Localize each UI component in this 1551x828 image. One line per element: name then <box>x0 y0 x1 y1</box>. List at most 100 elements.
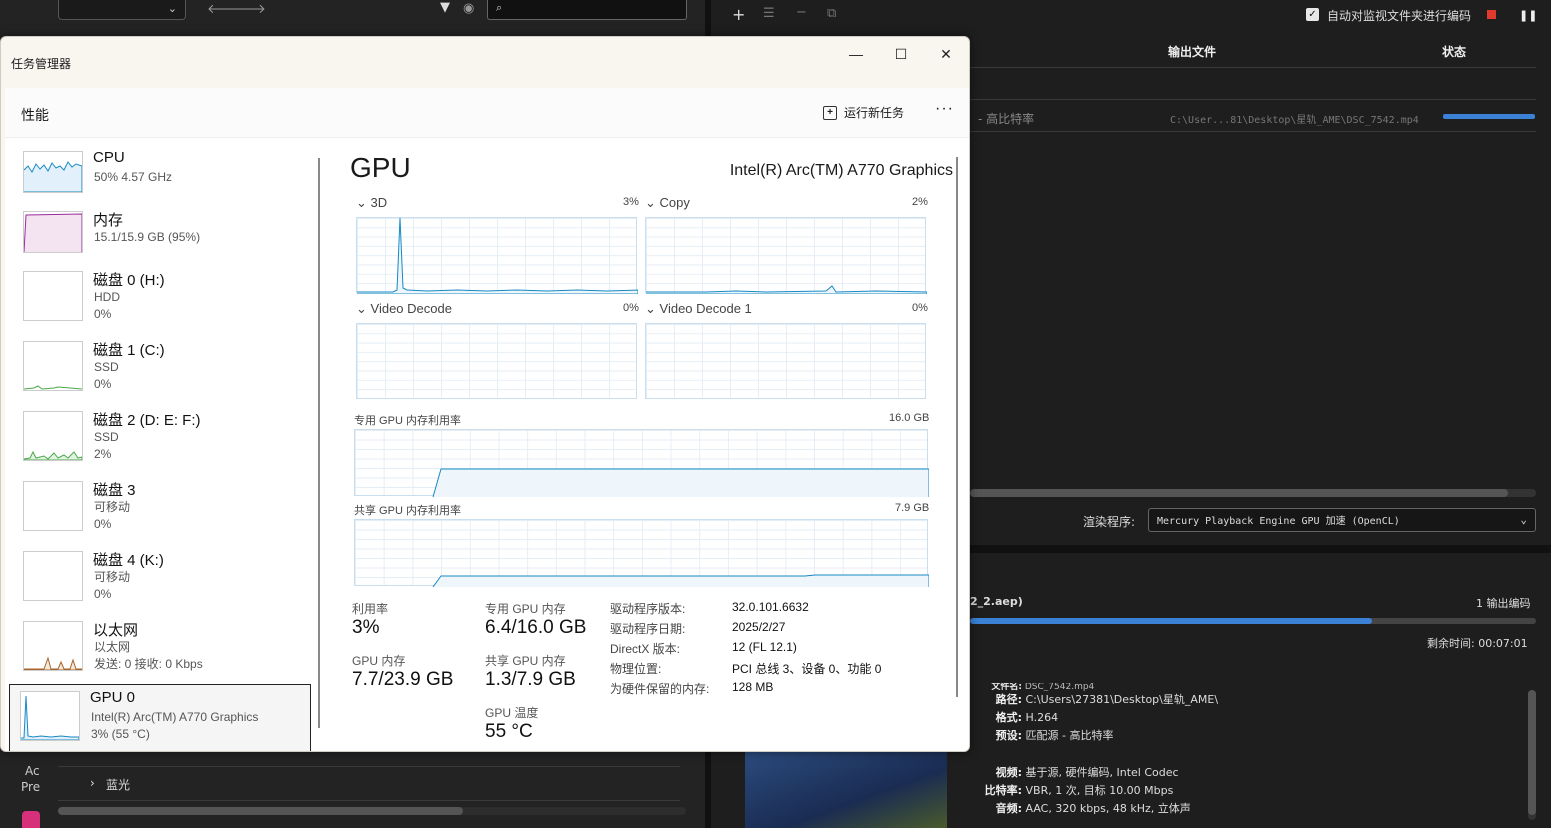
detail-row-filename: 文件名: DSC_7542.mp4 <box>991 683 1095 691</box>
vertical-scrollbar[interactable] <box>1528 690 1536 820</box>
add-task-icon: + <box>823 105 837 120</box>
divider <box>970 67 1536 68</box>
search-input[interactable]: ⌕ <box>487 0 687 20</box>
auto-encode-label: 自动对监视文件夹进行编码 <box>1327 9 1472 23</box>
engine-copy-graph <box>645 217 927 294</box>
add-icon[interactable]: + <box>732 5 745 24</box>
dedicated-mem-stat-value: 6.4/16.0 GB <box>485 617 587 638</box>
chevron-down-icon: ⌄ <box>167 2 177 15</box>
expand-chevron-icon[interactable]: › <box>90 776 95 790</box>
gpu-detail-panel: GPU Intel(R) Arc(TM) A770 Graphics ⌄ 3D … <box>325 138 965 751</box>
sidebar-item-disk4[interactable]: 磁盘 4 (K:) 可移动 0% <box>13 545 311 615</box>
dedicated-mem-stat-label: 专用 GPU 内存 <box>485 602 566 616</box>
divider <box>58 766 680 767</box>
divider <box>58 800 680 801</box>
renderer-label: 渲染程序: <box>1083 515 1136 529</box>
engine-videodecode-label[interactable]: ⌄ Video Decode <box>356 301 452 317</box>
item-sub: 可移动 0% <box>94 570 131 601</box>
maximize-button[interactable]: ☐ <box>878 41 924 67</box>
engine-videodecode1-graph <box>645 323 926 399</box>
sidebar-item-disk2[interactable]: 磁盘 2 (D: E: F:) SSD 2% <box>13 405 311 475</box>
disk1-thumbnail-graph <box>23 341 83 391</box>
sidebar-item-disk3[interactable]: 磁盘 3 可移动 0% <box>13 475 311 545</box>
queue-item-path[interactable]: C:\User...81\Desktop\星轨_AME\DSC_7542.mp4 <box>1170 111 1419 126</box>
detail-row: 音频: AAC, 320 kbps, 48 kHz, 立体声 <box>995 802 1191 815</box>
tree-item-bluray[interactable]: 蓝光 <box>106 776 130 793</box>
item-sub: Intel(R) Arc(TM) A770 Graphics 3% (55 °C) <box>91 710 259 741</box>
directx-value: 12 (FL 12.1) <box>732 640 797 654</box>
queue-item-preset[interactable]: - 高比特率 <box>978 110 1034 127</box>
remaining-time: 剩余时间: 00:07:01 <box>1427 637 1528 650</box>
engine-3d-percent: 3% <box>623 196 639 208</box>
settings-sliders-icon[interactable]: ☰ <box>763 6 775 21</box>
memory-thumbnail-graph <box>23 211 83 253</box>
stop-button[interactable] <box>1487 10 1496 19</box>
sidebar-item-gpu0[interactable]: GPU 0 Intel(R) Arc(TM) A770 Graphics 3% (… <box>9 684 311 751</box>
app-icon[interactable] <box>22 811 40 828</box>
engine-copy-line <box>646 285 927 294</box>
encode-progress-fill <box>970 618 1372 624</box>
reserved-mem-value: 128 MB <box>732 680 774 694</box>
dedicated-mem-graph <box>354 429 929 497</box>
header-bar: 性能 + 运行新任务 ··· <box>5 88 969 138</box>
more-options-icon[interactable]: ··· <box>935 100 954 118</box>
column-output-file[interactable]: 输出文件 <box>1168 43 1216 60</box>
engine-videodecode1-percent: 0% <box>912 302 928 314</box>
engine-copy-percent: 2% <box>912 196 928 208</box>
disk1-sparkline <box>23 385 83 390</box>
item-name: CPU <box>93 149 125 166</box>
encode-progress-bar <box>970 618 1536 624</box>
sidebar-item-disk1[interactable]: 磁盘 1 (C:) SSD 0% <box>13 335 311 405</box>
driver-version-value: 32.0.101.6632 <box>732 600 809 614</box>
eye-icon[interactable]: ◉ <box>463 1 474 16</box>
shared-mem-label: 共享 GPU 内存利用率 <box>354 505 461 517</box>
sidebar-scrollbar[interactable] <box>318 158 320 728</box>
close-button[interactable]: ✕ <box>923 41 969 67</box>
sidebar-item-disk0[interactable]: 磁盘 0 (H:) HDD 0% <box>13 265 311 335</box>
item-name: 内存 <box>93 212 124 229</box>
pause-button[interactable]: ❚❚ <box>1519 9 1537 22</box>
engine-videodecode1-label[interactable]: ⌄ Video Decode 1 <box>645 301 752 317</box>
driver-date-label: 驱动程序日期: <box>610 622 686 636</box>
cpu-sparkline <box>23 161 83 193</box>
divider <box>970 131 1536 132</box>
shared-mem-stat-value: 1.3/7.9 GB <box>485 669 576 690</box>
chevron-down-icon: ⌄ <box>1520 513 1527 526</box>
auto-encode-checkbox[interactable]: ✓ <box>1306 8 1319 21</box>
filter-icon[interactable]: ▼ <box>440 0 450 15</box>
sidebar-item-ethernet[interactable]: 以太网 以太网 发送: 0 接收: 0 Kbps <box>13 615 311 685</box>
divider <box>970 99 1536 100</box>
gpu-memory-label: GPU 内存 <box>352 654 406 668</box>
side-label: Ac <box>25 764 40 778</box>
duplicate-icon[interactable]: ⧉ <box>827 6 836 21</box>
engine-3d-line <box>357 218 638 294</box>
minimize-button[interactable]: — <box>833 41 879 67</box>
column-status[interactable]: 状态 <box>1442 43 1466 60</box>
run-new-task-button[interactable]: + 运行新任务 <box>823 104 904 121</box>
memory-sparkline <box>23 213 83 253</box>
disk0-thumbnail-graph <box>23 271 83 321</box>
content-scrollbar[interactable] <box>956 157 958 697</box>
driver-date-value: 2025/2/27 <box>732 620 786 634</box>
utilization-value: 3% <box>352 617 380 638</box>
directx-label: DirectX 版本: <box>610 642 681 656</box>
shared-mem-max: 7.9 GB <box>895 502 930 514</box>
main-panel: 性能 + 运行新任务 ··· CPU 50% 4.57 GHz 内存 15.1/… <box>5 88 969 751</box>
item-name: 磁盘 3 <box>93 482 136 499</box>
cpu-thumbnail-graph <box>23 151 83 193</box>
engine-copy-label[interactable]: ⌄ Copy <box>645 195 690 211</box>
reserved-mem-label: 为硬件保留的内存: <box>610 682 710 696</box>
engine-3d-label[interactable]: ⌄ 3D <box>356 195 387 211</box>
detail-row: 预设: 匹配源 - 高比特率 <box>995 729 1114 742</box>
horizontal-scrollbar[interactable] <box>58 807 686 815</box>
renderer-select[interactable]: Mercury Playback Engine GPU 加速 (OpenCL) ⌄ <box>1148 508 1536 532</box>
item-sub: SSD 2% <box>94 430 119 461</box>
ethernet-sparkline <box>24 656 83 671</box>
shared-mem-stat-label: 共享 GPU 内存 <box>485 654 566 668</box>
horizontal-scrollbar[interactable] <box>970 489 1536 497</box>
format-dropdown[interactable]: ⌄ <box>58 0 186 20</box>
shared-mem-graph <box>354 519 929 587</box>
remove-icon[interactable]: − <box>796 5 807 20</box>
forward-arrow-icon[interactable]: 🡒 <box>231 1 266 17</box>
detail-row: 路径: C:\Users\27381\Desktop\星轨_AME\ <box>995 693 1219 706</box>
